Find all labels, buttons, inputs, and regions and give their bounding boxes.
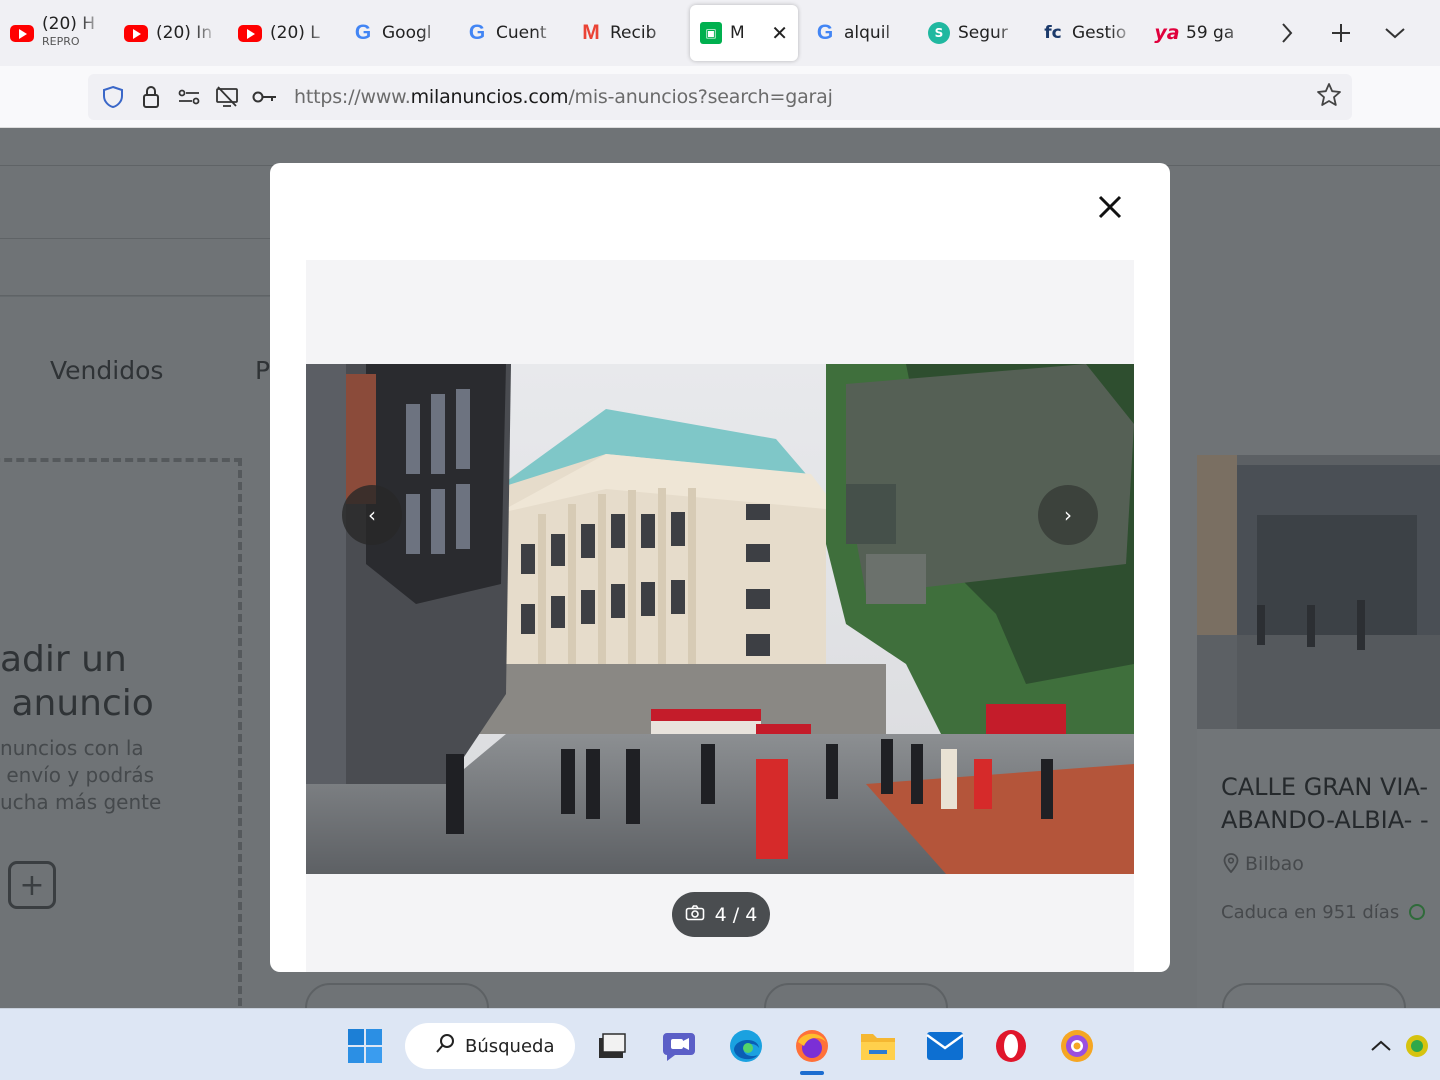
fc-icon: fc xyxy=(1044,23,1062,43)
camera-icon xyxy=(685,904,705,926)
list-tabs-chevron-down-icon[interactable] xyxy=(1368,5,1422,61)
tab-title: (20) In xyxy=(156,23,213,43)
taskbar-search[interactable]: Búsqueda xyxy=(405,1023,575,1069)
browser-tab[interactable]: G Cuent xyxy=(456,5,570,61)
tab-title: Recib xyxy=(610,23,657,43)
close-icon[interactable] xyxy=(1090,187,1130,227)
browser-tab[interactable]: (20) H REPRO xyxy=(0,5,114,61)
search-icon xyxy=(435,1033,455,1060)
photo-counter-text: 4 / 4 xyxy=(714,903,758,926)
screen-share-blocked-icon[interactable] xyxy=(208,74,246,120)
opera-icon[interactable] xyxy=(990,1025,1032,1067)
tab-title: (20) H xyxy=(42,16,96,34)
bookmark-star-icon[interactable] xyxy=(1316,82,1342,115)
add-plus-icon[interactable]: + xyxy=(8,861,56,909)
tray-app-icon[interactable] xyxy=(1396,1025,1438,1067)
chevron-right-icon: › xyxy=(1064,503,1072,527)
url-domain: milanuncios.com xyxy=(410,86,569,108)
next-photo-button[interactable]: › xyxy=(1038,485,1098,545)
file-explorer-icon[interactable] xyxy=(857,1025,899,1067)
photo-viewer-modal: ‹ › 4 / 4 xyxy=(270,163,1170,972)
youtube-icon xyxy=(10,24,34,42)
tab-title: Googl xyxy=(382,23,432,43)
tab-title: M xyxy=(730,23,745,43)
listing-action-button[interactable] xyxy=(764,983,948,1008)
add-listing-title: adir un anuncio xyxy=(0,639,154,724)
google-icon: G xyxy=(468,21,486,44)
task-view-icon[interactable] xyxy=(590,1025,632,1067)
listing-location: Bilbao xyxy=(1223,853,1304,878)
google-icon: G xyxy=(816,21,834,44)
teams-chat-icon[interactable] xyxy=(658,1025,700,1067)
tab-title: Gestio xyxy=(1072,23,1127,43)
browser-tab[interactable]: S Segur xyxy=(918,5,1032,61)
listing-action-button[interactable] xyxy=(1222,983,1406,1008)
tab-close-icon[interactable]: ✕ xyxy=(771,21,788,45)
google-icon: G xyxy=(354,21,372,44)
mail-icon[interactable] xyxy=(924,1025,966,1067)
browser-nav-bar: https://www.milanuncios.com/mis-anuncios… xyxy=(0,66,1440,128)
tab-scroll-right-icon[interactable] xyxy=(1260,5,1314,61)
new-tab-icon[interactable] xyxy=(1314,5,1368,61)
previous-photo-button[interactable]: ‹ xyxy=(342,485,402,545)
youtube-icon xyxy=(238,24,262,42)
divider xyxy=(0,238,270,239)
browser-tab[interactable]: (20) In xyxy=(114,5,228,61)
browser-tab[interactable]: M Recib xyxy=(570,5,684,61)
expiry-status-icon xyxy=(1409,904,1426,920)
chevron-left-icon: ‹ xyxy=(368,503,376,527)
listing-expiry-text: Caduca en 951 días xyxy=(1221,902,1400,923)
browser-tab[interactable]: ya 59 ga xyxy=(1146,5,1260,61)
milanuncios-icon: ▣ xyxy=(700,22,722,44)
browser-tab[interactable]: fc Gestio xyxy=(1032,5,1146,61)
youtube-icon xyxy=(124,24,148,42)
browser-tab[interactable]: (20) L xyxy=(228,5,342,61)
lock-icon[interactable] xyxy=(132,74,170,120)
listing-location-text: Bilbao xyxy=(1245,853,1304,875)
tab-title: Segur xyxy=(958,23,1008,43)
search-label: Búsqueda xyxy=(465,1035,555,1057)
windows-taskbar: Búsqueda xyxy=(0,1008,1440,1080)
tab-vendidos[interactable]: Vendidos xyxy=(50,356,163,385)
permissions-icon[interactable] xyxy=(170,74,208,120)
active-app-indicator xyxy=(800,1071,824,1075)
tab-partial[interactable]: P xyxy=(255,356,270,385)
windows-start-icon[interactable] xyxy=(344,1025,386,1067)
listing-photo-large xyxy=(306,364,1134,874)
seguro-icon: S xyxy=(928,22,950,44)
key-icon[interactable] xyxy=(246,74,284,120)
edge-browser-icon[interactable] xyxy=(725,1025,767,1067)
listing-card[interactable]: CALLE GRAN VIA- ABANDO-ALBIA- - Bilbao C… xyxy=(1197,455,1440,1008)
chrome-canary-icon[interactable] xyxy=(1056,1025,1098,1067)
add-listing-box[interactable] xyxy=(0,458,242,1008)
url-prefix: https://www. xyxy=(294,86,411,108)
firefox-icon[interactable] xyxy=(791,1025,833,1075)
tab-title: Cuent xyxy=(496,23,547,43)
gmail-icon: M xyxy=(582,21,600,44)
divider xyxy=(0,296,270,297)
browser-tab-active[interactable]: ▣ M ✕ xyxy=(690,5,798,61)
add-listing-text: nuncios con la envío y podrás ucha más g… xyxy=(0,736,162,814)
browser-tab[interactable]: G Googl xyxy=(342,5,456,61)
listing-expiry: Caduca en 951 días xyxy=(1221,902,1426,923)
tab-title: (20) L xyxy=(270,23,320,43)
ya-icon: ya xyxy=(1154,22,1180,44)
photo-gallery: ‹ › 4 / 4 xyxy=(306,260,1134,972)
location-pin-icon xyxy=(1223,853,1239,878)
listing-action-button[interactable] xyxy=(305,983,489,1008)
url-path: /mis-anuncios?search=garaj xyxy=(568,86,833,108)
browser-tab-bar: (20) H REPRO (20) In (20) L G Googl G Cue… xyxy=(0,0,1440,66)
tracking-protection-shield-icon[interactable] xyxy=(94,74,132,120)
listing-title[interactable]: CALLE GRAN VIA- ABANDO-ALBIA- - xyxy=(1221,771,1440,837)
url-bar[interactable]: https://www.milanuncios.com/mis-anuncios… xyxy=(88,74,1352,120)
tab-subtitle: REPRO xyxy=(42,35,80,48)
listing-photo xyxy=(1197,455,1440,729)
photo-counter: 4 / 4 xyxy=(672,892,770,937)
url-text[interactable]: https://www.milanuncios.com/mis-anuncios… xyxy=(294,86,833,108)
tab-title: alquil xyxy=(844,23,891,43)
browser-tab[interactable]: G alquil xyxy=(804,5,918,61)
tab-title: 59 ga xyxy=(1186,23,1235,43)
